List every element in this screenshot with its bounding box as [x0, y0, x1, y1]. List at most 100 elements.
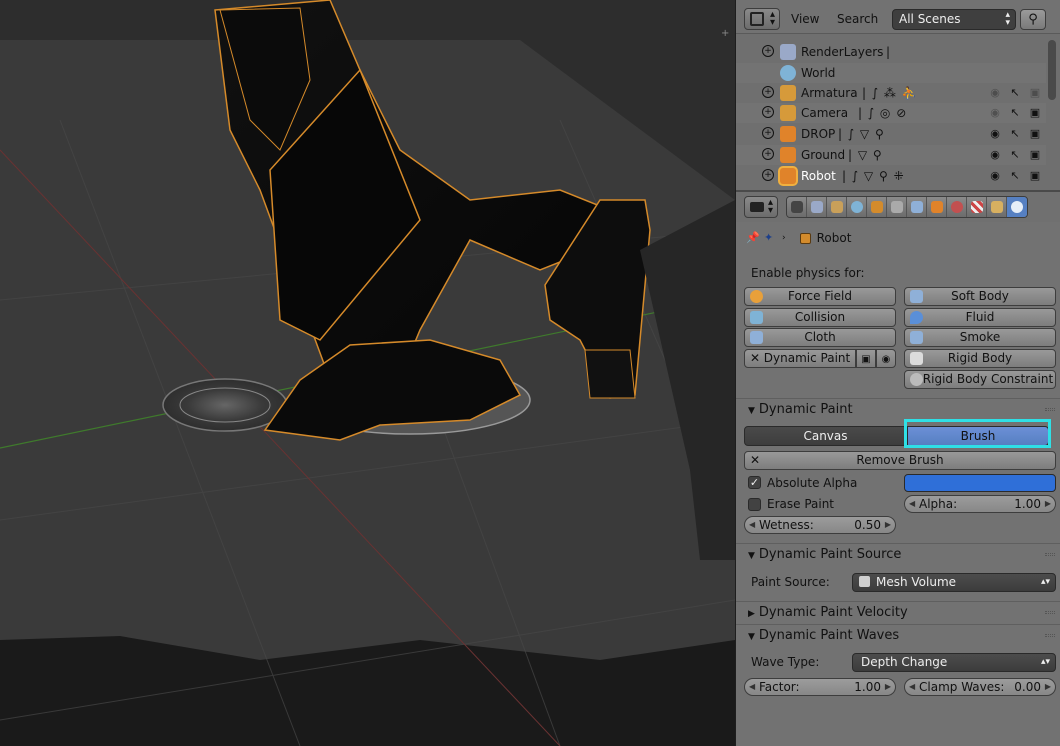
expand-icon[interactable]: + — [762, 106, 774, 118]
outliner-row-armatura[interactable]: + Armatura | ∫ ⁂ ⛹ ◉ ↖ ▣ — [736, 83, 1046, 103]
drag-grip-icon[interactable] — [1045, 634, 1055, 637]
alpha-field[interactable]: ◀ Alpha: 1.00 ▶ — [904, 495, 1056, 513]
scene-filter-dropdown[interactable]: All Scenes ▴ ▾ — [892, 9, 1016, 30]
dynamic-paint-waves-header[interactable]: ▼ Dynamic Paint Waves — [736, 624, 1060, 646]
close-icon[interactable]: ✕ — [750, 350, 760, 367]
menu-search[interactable]: Search — [837, 12, 878, 26]
rigid-body-constraint-button[interactable]: Rigid Body Constraint — [904, 370, 1056, 389]
absolute-alpha-checkbox[interactable]: ✓ — [748, 476, 761, 489]
outliner-row-renderlayers[interactable]: + RenderLayers | — [736, 42, 1046, 62]
dynamic-paint-velocity-header[interactable]: ▶ Dynamic Paint Velocity — [736, 601, 1060, 623]
camera-render-toggle[interactable]: ▣ — [856, 349, 876, 368]
viewport-scene — [0, 0, 735, 746]
wetness-field[interactable]: ◀ Wetness: 0.50 ▶ — [744, 516, 896, 534]
tab-particles[interactable] — [987, 197, 1007, 217]
drag-grip-icon[interactable] — [1045, 553, 1055, 556]
paint-color-swatch[interactable] — [904, 474, 1056, 492]
chevron-updown-icon: ▴▾ — [1005, 10, 1010, 28]
eye-icon[interactable]: ◉ — [988, 86, 1002, 100]
cursor-icon[interactable]: ↖ — [1008, 106, 1022, 120]
texture-icon — [970, 201, 983, 213]
camera-render-icon[interactable]: ▣ — [1028, 127, 1042, 141]
cursor-icon[interactable]: ↖ — [1008, 148, 1022, 162]
world-icon — [780, 65, 796, 81]
editor-type-button[interactable]: ▴ ▾ — [744, 196, 778, 218]
soft-body-button[interactable]: Soft Body — [904, 287, 1056, 306]
drag-grip-icon[interactable] — [1045, 408, 1055, 411]
fluid-button[interactable]: Fluid — [904, 308, 1056, 327]
tab-texture[interactable] — [967, 197, 987, 217]
tab-render-layers[interactable] — [807, 197, 827, 217]
outliner-scrollbar[interactable] — [1048, 40, 1056, 100]
triangle-right-icon: ▶ — [748, 609, 755, 619]
menu-view[interactable]: View — [791, 12, 819, 26]
particles-icon — [990, 201, 1003, 213]
camera-render-icon[interactable]: ▣ — [1028, 106, 1042, 120]
tab-physics[interactable] — [1007, 197, 1027, 217]
collision-icon — [750, 311, 763, 324]
tab-data[interactable] — [927, 197, 947, 217]
chevron-right-icon[interactable]: ▶ — [1045, 496, 1051, 512]
force-field-button[interactable]: Force Field — [744, 287, 896, 306]
cursor-icon[interactable]: ↖ — [1008, 86, 1022, 100]
factor-field[interactable]: ◀ Factor: 1.00 ▶ — [744, 678, 896, 696]
outliner-row-drop[interactable]: + DROP | ∫ ▽ ⚲ ◉ ↖ ▣ — [736, 124, 1046, 144]
tab-world[interactable] — [847, 197, 867, 217]
remove-brush-button[interactable]: ✕ Remove Brush — [744, 451, 1056, 470]
expand-icon[interactable]: + — [762, 45, 774, 57]
eye-toggle[interactable]: ◉ — [876, 349, 896, 368]
rigid-body-button[interactable]: Rigid Body — [904, 349, 1056, 368]
tab-constraints[interactable] — [887, 197, 907, 217]
outliner-item-name: DROP — [801, 127, 836, 141]
chevron-right-icon[interactable]: ▶ — [885, 517, 891, 533]
chevron-right-icon[interactable]: ▶ — [1045, 679, 1051, 695]
dynamic-paint-panel-header[interactable]: ▼ Dynamic Paint — [736, 398, 1060, 420]
expand-icon[interactable]: + — [762, 127, 774, 139]
expand-icon[interactable]: + — [762, 86, 774, 98]
chevron-left-icon[interactable]: ◀ — [909, 496, 915, 512]
smoke-button[interactable]: Smoke — [904, 328, 1056, 347]
erase-paint-checkbox[interactable] — [748, 498, 761, 511]
expand-icon[interactable]: + — [762, 148, 774, 160]
camera-render-icon[interactable]: ▣ — [1028, 86, 1042, 100]
canvas-tab[interactable]: Canvas — [744, 426, 907, 446]
paint-source-dropdown[interactable]: Mesh Volume ▴▾ — [852, 573, 1056, 592]
dynamic-paint-button[interactable]: ✕ Dynamic Paint — [744, 349, 856, 368]
chevron-left-icon[interactable]: ◀ — [749, 679, 755, 695]
outliner-row-camera[interactable]: + Camera | ∫ ◎ ⊘ ◉ ↖ ▣ — [736, 103, 1046, 123]
cursor-icon[interactable]: ↖ — [1008, 127, 1022, 141]
dynamic-paint-source-header[interactable]: ▼ Dynamic Paint Source — [736, 543, 1060, 565]
tab-scene[interactable] — [827, 197, 847, 217]
3d-viewport[interactable]: + — [0, 0, 735, 746]
eye-icon[interactable]: ◉ — [988, 127, 1002, 141]
search-icon[interactable]: ⚲ — [1020, 9, 1046, 30]
tab-render[interactable] — [787, 197, 807, 217]
editor-type-button[interactable]: ▴ ▾ — [744, 8, 780, 30]
outliner-row-robot[interactable]: + Robot | ∫ ▽ ⚲ ⁜ ◉ ↖ ▣ — [736, 166, 1046, 186]
eye-icon[interactable]: ◉ — [988, 106, 1002, 120]
eye-icon[interactable]: ◉ — [988, 169, 1002, 183]
tab-object[interactable] — [867, 197, 887, 217]
chevron-left-icon[interactable]: ◀ — [909, 679, 915, 695]
wrench-icon — [910, 201, 923, 213]
tab-material[interactable] — [947, 197, 967, 217]
cloth-button[interactable]: Cloth — [744, 328, 896, 347]
drag-grip-icon[interactable] — [1045, 611, 1055, 614]
wave-type-dropdown[interactable]: Depth Change ▴▾ — [852, 653, 1056, 672]
collision-button[interactable]: Collision — [744, 308, 896, 327]
outliner-row-world[interactable]: World — [736, 63, 1046, 83]
mesh-icon — [780, 126, 796, 142]
erase-paint-label: Erase Paint — [767, 497, 835, 511]
viewport-corner-widget[interactable]: + — [721, 28, 731, 39]
chevron-left-icon[interactable]: ◀ — [749, 517, 755, 533]
eye-icon[interactable]: ◉ — [988, 148, 1002, 162]
cursor-icon[interactable]: ↖ — [1008, 169, 1022, 183]
camera-render-icon[interactable]: ▣ — [1028, 169, 1042, 183]
expand-icon[interactable]: + — [762, 169, 774, 181]
camera-render-icon[interactable]: ▣ — [1028, 148, 1042, 162]
outliner-row-ground[interactable]: + Ground | ▽ ⚲ ◉ ↖ ▣ — [736, 145, 1046, 165]
tab-modifiers[interactable] — [907, 197, 927, 217]
pin-icon[interactable]: 📌 — [746, 232, 760, 244]
clamp-waves-field[interactable]: ◀ Clamp Waves: 0.00 ▶ — [904, 678, 1056, 696]
chevron-right-icon[interactable]: ▶ — [885, 679, 891, 695]
